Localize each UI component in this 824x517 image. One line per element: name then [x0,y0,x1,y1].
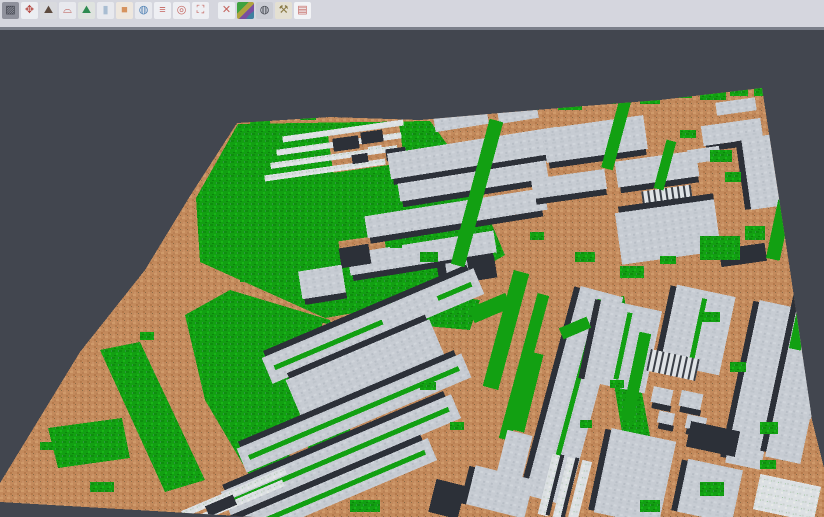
vegetation-blob [730,362,746,372]
vegetation-blob [640,96,660,104]
terrain-green-icon[interactable]: ⛰ [78,2,95,19]
vegetation-blob [370,202,386,210]
vegetation-blob [90,482,114,492]
globe-dark-icon[interactable]: ◍ [256,2,273,19]
area-icon[interactable]: ■ [116,2,133,19]
vegetation-blob [520,104,538,110]
vegetation-blob [710,150,732,162]
vegetation-blob [754,86,768,96]
vegetation-blob [680,130,696,138]
vegetation-blob [420,382,436,390]
vegetation-blob [600,98,616,104]
cross-section-icon[interactable]: ⌓ [59,2,76,19]
terrain-dark-icon[interactable]: ⛰ [40,2,57,19]
building [656,410,677,431]
building [649,386,674,412]
card-red-icon[interactable]: ▤ [294,2,311,19]
vegetation-blob [700,312,720,322]
vegetation-blob [558,102,582,110]
vegetation-blob [610,380,624,388]
vegetation-blob [430,110,444,117]
vegetation-blob [730,88,748,96]
delete-grid-icon[interactable]: ✕ [218,2,235,19]
vegetation-blob [700,236,740,260]
vegetation-blob [760,422,778,434]
vegetation-blob [660,256,676,264]
list-red-icon[interactable]: ≡ [154,2,171,19]
vegetation-blob [240,272,260,282]
vegetation-blob [700,482,724,496]
thumbnail-icon[interactable]: ▨ [2,2,19,19]
vegetation-blob [580,420,592,428]
vegetation-blob [450,422,464,430]
vegetation-blob [760,460,776,469]
vegetation-blob [390,242,402,248]
move-points-icon[interactable]: ✥ [21,2,38,19]
classification-map-icon[interactable] [237,2,254,19]
app-window: { "toolbar": { "icons": [ {"name":"thumb… [0,0,824,517]
measure-icon[interactable]: ⚒ [275,2,292,19]
vegetation-blob [575,252,595,262]
vegetation-blob [678,92,692,98]
globe-blue-icon[interactable]: ◍ [135,2,152,19]
vegetation-blob [530,232,544,240]
target-red-icon[interactable]: ◎ [173,2,190,19]
vegetation-blob [40,442,56,450]
vegetation-blob [250,118,270,124]
point-cloud[interactable] [0,86,824,517]
point-cloud-scene[interactable] [0,30,824,517]
vegetation-blob [640,500,660,512]
building [677,390,704,416]
vegetation-blob [620,266,644,278]
vegetation-blob [745,226,765,240]
viewport-3d[interactable] [0,30,824,517]
selection-red-icon[interactable]: ⛶ [192,2,209,19]
column-icon[interactable]: ▮ [97,2,114,19]
toolbar: ▨✥⛰⌓⛰▮■◍≡◎⛶✕◍⚒▤ [0,0,824,27]
vegetation-blob [350,500,380,512]
vegetation-blob [700,90,726,100]
vegetation-blob [300,114,316,120]
vegetation-blob [420,252,438,262]
vegetation-blob [140,332,154,340]
vegetation-blob [725,172,741,182]
building [298,265,347,306]
